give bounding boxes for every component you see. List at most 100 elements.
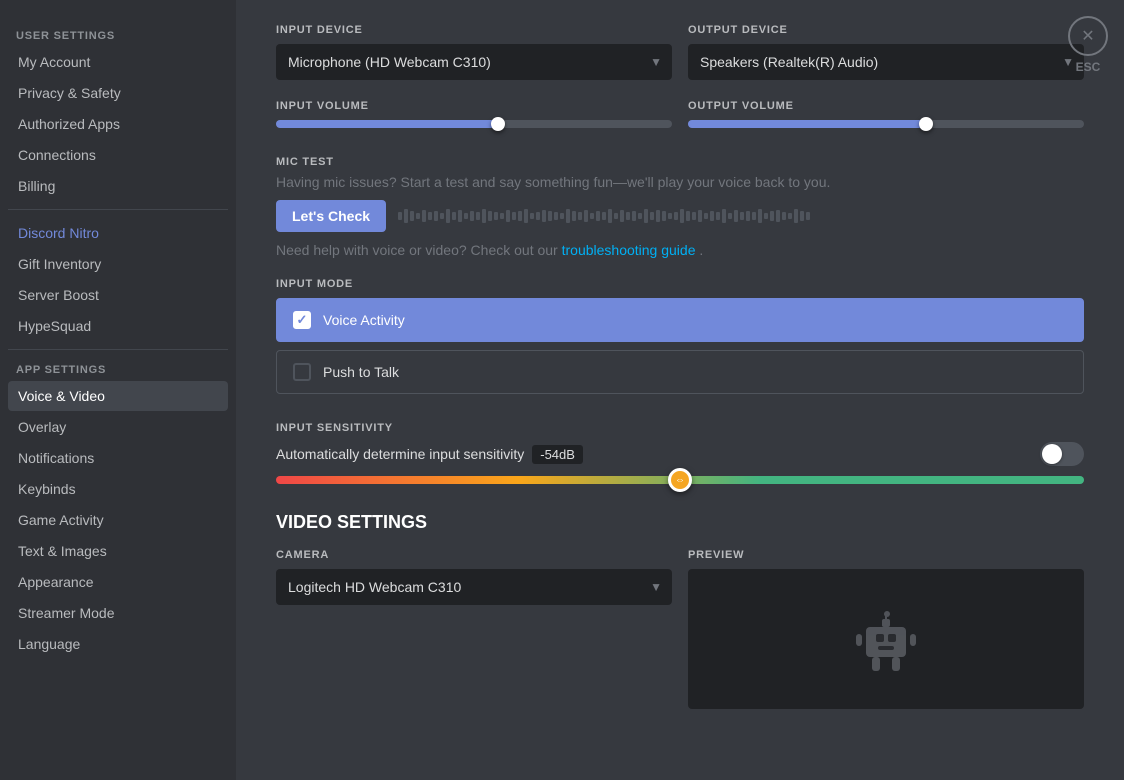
sidebar-item-hypesquad[interactable]: HypeSquad — [8, 311, 228, 341]
preview-label: PREVIEW — [688, 549, 1084, 561]
output-volume-label: OUTPUT VOLUME — [688, 100, 1084, 112]
input-volume-section: INPUT VOLUME — [276, 100, 672, 136]
push-to-talk-checkbox — [293, 363, 311, 381]
sidebar-item-privacy-safety[interactable]: Privacy & Safety — [8, 78, 228, 108]
output-volume-thumb[interactable] — [919, 117, 933, 131]
audio-bar — [542, 210, 546, 222]
sidebar-item-authorized-apps[interactable]: Authorized Apps — [8, 109, 228, 139]
sidebar-item-language[interactable]: Language — [8, 629, 228, 659]
esc-label: ESC — [1076, 60, 1101, 74]
push-to-talk-label: Push to Talk — [323, 364, 399, 380]
audio-bar — [788, 213, 792, 219]
audio-bar — [464, 213, 468, 219]
audio-bar — [626, 212, 630, 220]
sidebar-item-game-activity[interactable]: Game Activity — [8, 505, 228, 535]
sidebar-item-appearance[interactable]: Appearance — [8, 567, 228, 597]
mic-test-help: Need help with voice or video? Check out… — [276, 242, 1084, 258]
input-device-section: INPUT DEVICE Microphone (HD Webcam C310)… — [276, 24, 672, 80]
output-volume-fill — [688, 120, 926, 128]
input-volume-thumb[interactable] — [491, 117, 505, 131]
audio-bar — [398, 212, 402, 220]
sidebar-item-connections[interactable]: Connections — [8, 140, 228, 170]
sidebar-item-server-boost[interactable]: Server Boost — [8, 280, 228, 310]
sidebar-item-keybinds[interactable]: Keybinds — [8, 474, 228, 504]
output-device-select[interactable]: Speakers (Realtek(R) Audio) — [688, 44, 1084, 80]
sidebar-item-gift-inventory[interactable]: Gift Inventory — [8, 249, 228, 279]
audio-bar — [584, 210, 588, 222]
audio-bar — [596, 211, 600, 221]
audio-bar — [554, 212, 558, 220]
close-icon[interactable]: ✕ — [1068, 16, 1108, 56]
audio-bar — [680, 209, 684, 223]
audio-bar — [728, 213, 732, 219]
sidebar-item-voice-video[interactable]: Voice & Video — [8, 381, 228, 411]
push-to-talk-option[interactable]: Push to Talk — [276, 350, 1084, 394]
audio-bar — [806, 212, 810, 220]
audio-bar — [512, 212, 516, 220]
sidebar-item-my-account[interactable]: My Account — [8, 47, 228, 77]
sidebar-item-streamer-mode[interactable]: Streamer Mode — [8, 598, 228, 628]
sensitivity-toggle[interactable] — [1040, 442, 1084, 466]
audio-bar — [440, 213, 444, 219]
audio-bar — [734, 210, 738, 222]
sensitivity-slider-track[interactable]: ⇔ — [276, 476, 1084, 484]
device-row: INPUT DEVICE Microphone (HD Webcam C310)… — [276, 24, 1084, 80]
mic-test-row: Let's Check — [276, 200, 1084, 232]
voice-activity-checkbox: ✓ — [293, 311, 311, 329]
input-sensitivity-label: INPUT SENSITIVITY — [276, 422, 1084, 434]
lets-check-button[interactable]: Let's Check — [276, 200, 386, 232]
audio-bar — [446, 209, 450, 223]
audio-bar — [674, 212, 678, 220]
audio-bar — [560, 213, 564, 219]
audio-bar — [428, 212, 432, 220]
sidebar-item-discord-nitro[interactable]: Discord Nitro — [8, 218, 228, 248]
audio-bar — [500, 213, 504, 219]
audio-bar — [656, 210, 660, 222]
db-badge: -54dB — [532, 445, 583, 464]
audio-bar — [494, 212, 498, 220]
audio-bar — [704, 213, 708, 219]
input-mode-label: INPUT MODE — [276, 278, 1084, 290]
audio-bar — [662, 211, 666, 221]
audio-bar — [524, 209, 528, 223]
audio-bar — [692, 212, 696, 220]
audio-bar — [506, 210, 510, 222]
sidebar-item-billing[interactable]: Billing — [8, 171, 228, 201]
input-device-select[interactable]: Microphone (HD Webcam C310) — [276, 44, 672, 80]
camera-select-wrapper: Logitech HD Webcam C310 ▼ — [276, 569, 672, 605]
user-settings-label: USER SETTINGS — [8, 24, 228, 46]
video-settings-section: VIDEO SETTINGS CAMERA Logitech HD Webcam… — [276, 512, 1084, 709]
audio-bar — [590, 213, 594, 219]
mic-test-label: MIC TEST — [276, 156, 1084, 168]
audio-bar — [686, 211, 690, 221]
audio-bar — [476, 212, 480, 220]
input-sensitivity-section: INPUT SENSITIVITY Automatically determin… — [276, 422, 1084, 484]
sidebar-item-text-images[interactable]: Text & Images — [8, 536, 228, 566]
audio-bar — [716, 212, 720, 220]
auto-sensitivity-text: Automatically determine input sensitivit… — [276, 446, 524, 462]
sensitivity-slider-thumb[interactable]: ⇔ — [668, 468, 692, 492]
checkmark-icon: ✓ — [297, 312, 308, 328]
audio-bar — [404, 209, 408, 223]
sidebar: USER SETTINGS My Account Privacy & Safet… — [0, 0, 236, 780]
audio-bar — [518, 211, 522, 221]
output-volume-track[interactable] — [688, 120, 1084, 128]
sensitivity-auto-label: Automatically determine input sensitivit… — [276, 445, 583, 464]
esc-button[interactable]: ✕ ESC — [1068, 16, 1108, 74]
audio-bar — [608, 209, 612, 223]
app-settings-label: APP SETTINGS — [8, 358, 228, 380]
camera-select[interactable]: Logitech HD Webcam C310 — [276, 569, 672, 605]
toggle-thumb — [1042, 444, 1062, 464]
audio-bar — [776, 210, 780, 222]
audio-bar — [638, 213, 642, 219]
audio-bar — [800, 211, 804, 221]
sidebar-item-overlay[interactable]: Overlay — [8, 412, 228, 442]
audio-bar — [614, 213, 618, 219]
input-volume-track[interactable] — [276, 120, 672, 128]
audio-bar — [470, 211, 474, 221]
troubleshooting-link[interactable]: troubleshooting guide — [562, 242, 696, 258]
audio-bar — [434, 211, 438, 221]
voice-activity-option[interactable]: ✓ Voice Activity — [276, 298, 1084, 342]
mic-test-help-end: . — [699, 242, 703, 258]
sidebar-item-notifications[interactable]: Notifications — [8, 443, 228, 473]
